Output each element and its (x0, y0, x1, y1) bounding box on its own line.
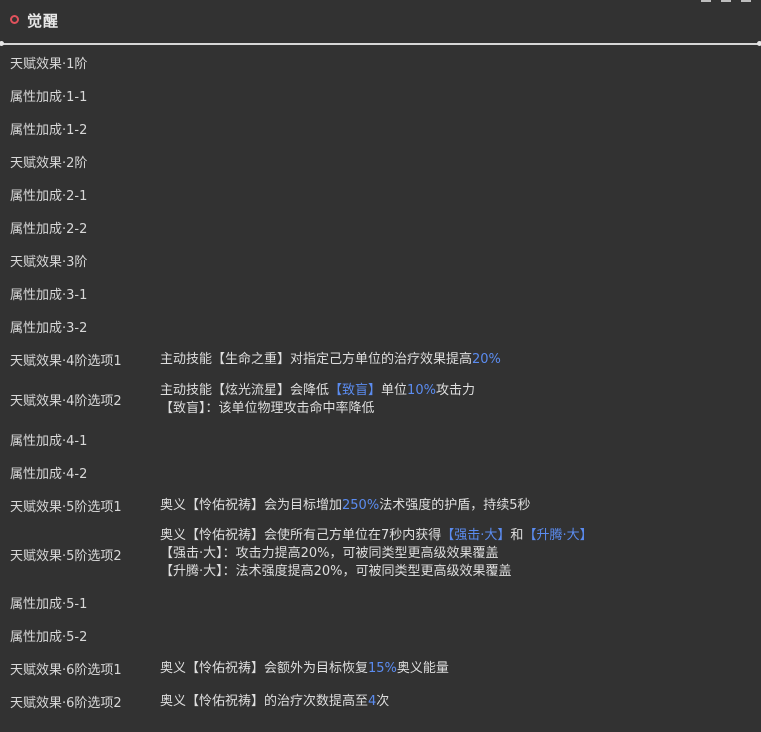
talent-row-description: 主动技能【生命之重】对指定己方单位的治疗效果提高20% (160, 351, 501, 369)
talent-row: 天赋效果·1阶 (0, 46, 761, 79)
talent-row: 天赋效果·2阶 (0, 145, 761, 178)
description-text: 奥义【怜佑祝祷】会使所有己方单位在7秒内获得 (160, 528, 442, 543)
talent-row-label: 天赋效果·5阶选项1 (10, 500, 122, 515)
talent-row: 属性加成·3-2 (0, 310, 761, 343)
talent-row-label: 天赋效果·4阶选项2 (10, 394, 122, 409)
talent-row-label: 天赋效果·4阶选项1 (10, 354, 122, 369)
description-text: 奥义【怜佑祝祷】会额外为目标恢复 (160, 660, 369, 676)
talent-table: 天赋效果·1阶 属性加成·1-1 属性加成·1-2 天赋效果·2阶 属性加成·2-1 属性… (0, 46, 761, 718)
talent-row: 属性加成·5-2 (0, 619, 761, 652)
talent-row: 天赋效果·6阶选项2 奥义【怜佑祝祷】的治疗次数提高至4次 (0, 685, 761, 718)
corner-mark (721, 0, 731, 2)
talent-row-label: 属性加成·2-1 (10, 189, 88, 204)
description-text: 主动技能【炫光流星】会降低 (160, 382, 330, 398)
highlight-text: 【强击·大】 (441, 528, 511, 543)
talent-row-label: 属性加成·1-2 (10, 123, 88, 138)
corner-mark (701, 0, 711, 2)
corner-mark (741, 0, 751, 2)
section-header: 觉醒 (0, 0, 761, 40)
window-corner-marks (701, 0, 751, 4)
talent-row-description: 主动技能【炫光流星】会降低【致盲】单位10%攻击力 【致盲】：该单位物理攻击命中率… (160, 382, 475, 418)
description-line: 主动技能【炫光流星】会降低【致盲】单位10%攻击力 (160, 382, 475, 400)
talent-row-label: 天赋效果·6阶选项1 (10, 663, 122, 678)
highlight-text: 250% (342, 497, 380, 513)
description-line: 【致盲】：该单位物理攻击命中率降低 (160, 400, 475, 418)
talent-row-description: 奥义【怜佑祝祷】会使所有己方单位在7秒内获得【强击·大】和【升腾·大】 【强击·大… (160, 527, 593, 581)
talent-row: 天赋效果·3阶 (0, 244, 761, 277)
talent-row: 属性加成·4-1 (0, 423, 761, 456)
talent-row: 天赋效果·4阶选项2 主动技能【炫光流星】会降低【致盲】单位10%攻击力 【致盲】：… (0, 376, 761, 423)
talent-row-label: 属性加成·4-2 (10, 467, 88, 482)
description-text: 奥义【怜佑祝祷】会为目标增加 (160, 497, 343, 513)
talent-row-label: 天赋效果·6阶选项2 (10, 696, 122, 711)
description-text: 单位 (381, 382, 408, 398)
description-text: 奥义【怜佑祝祷】的治疗次数提高至 (160, 693, 369, 709)
talent-row-label: 属性加成·3-1 (10, 288, 88, 303)
talent-row: 天赋效果·6阶选项1 奥义【怜佑祝祷】会额外为目标恢复15%奥义能量 (0, 652, 761, 685)
talent-row-description: 奥义【怜佑祝祷】会额外为目标恢复15%奥义能量 (160, 660, 449, 678)
talent-row: 属性加成·3-1 (0, 277, 761, 310)
talent-row-description: 奥义【怜佑祝祷】的治疗次数提高至4次 (160, 693, 389, 711)
description-line: 奥义【怜佑祝祷】会使所有己方单位在7秒内获得【强击·大】和【升腾·大】 (160, 527, 593, 545)
highlight-text: 【致盲】 (329, 382, 382, 398)
description-text: 【强击·大】：攻击力提高20%，可被同类型更高级效果覆盖 (160, 546, 499, 561)
header-divider (0, 41, 761, 46)
talent-row: 属性加成·5-1 (0, 586, 761, 619)
talent-row-label: 属性加成·1-1 (10, 90, 88, 105)
talent-row: 属性加成·4-2 (0, 456, 761, 489)
ring-icon (10, 14, 19, 24)
talent-row: 天赋效果·5阶选项1 奥义【怜佑祝祷】会为目标增加250%法术强度的护盾，持续5秒 (0, 489, 761, 522)
talent-row: 天赋效果·4阶选项1 主动技能【生命之重】对指定己方单位的治疗效果提高20% (0, 343, 761, 376)
description-line: 【升腾·大】：法术强度提高20%，可被同类型更高级效果覆盖 (160, 563, 593, 581)
description-text: 攻击力 (435, 382, 475, 398)
talent-row-description: 奥义【怜佑祝祷】会为目标增加250%法术强度的护盾，持续5秒 (160, 497, 530, 515)
talent-row: 属性加成·2-1 (0, 178, 761, 211)
talent-row-label: 天赋效果·2阶 (10, 156, 88, 171)
talent-row-label: 属性加成·2-2 (10, 222, 88, 237)
description-text: 法术强度的护盾，持续5秒 (379, 497, 531, 513)
description-line: 【强击·大】：攻击力提高20%，可被同类型更高级效果覆盖 (160, 545, 593, 563)
talent-row-label: 属性加成·3-2 (10, 321, 88, 336)
talent-row-label: 天赋效果·3阶 (10, 255, 88, 270)
talent-row: 属性加成·1-2 (0, 112, 761, 145)
description-text: 奥义能量 (396, 660, 449, 676)
description-text: 主动技能【生命之重】对指定己方单位的治疗效果提高 (160, 351, 473, 367)
talent-row-label: 属性加成·4-1 (10, 434, 88, 449)
highlight-text: 15% (368, 660, 397, 676)
description-line: 奥义【怜佑祝祷】会为目标增加250%法术强度的护盾，持续5秒 (160, 497, 530, 515)
highlight-text: 【升腾·大】 (523, 528, 593, 543)
description-text: 【升腾·大】：法术强度提高20%，可被同类型更高级效果覆盖 (160, 564, 512, 579)
highlight-text: 20% (472, 351, 501, 367)
description-text: 和 (510, 528, 524, 543)
talent-row: 属性加成·2-2 (0, 211, 761, 244)
section-title: 觉醒 (27, 11, 60, 30)
talent-row-label: 属性加成·5-1 (10, 597, 88, 612)
description-text: 【致盲】：该单位物理攻击命中率降低 (160, 400, 375, 416)
talent-row: 属性加成·1-1 (0, 79, 761, 112)
highlight-text: 10% (407, 382, 436, 398)
description-line: 主动技能【生命之重】对指定己方单位的治疗效果提高20% (160, 351, 501, 369)
talent-row: 天赋效果·5阶选项2 奥义【怜佑祝祷】会使所有己方单位在7秒内获得【强击·大】和【… (0, 522, 761, 586)
description-line: 奥义【怜佑祝祷】会额外为目标恢复15%奥义能量 (160, 660, 449, 678)
description-text: 次 (376, 693, 390, 709)
talent-row-label: 天赋效果·5阶选项2 (10, 548, 122, 564)
talent-row-label: 属性加成·5-2 (10, 630, 88, 645)
description-line: 奥义【怜佑祝祷】的治疗次数提高至4次 (160, 693, 389, 711)
talent-row-label: 天赋效果·1阶 (10, 57, 88, 72)
